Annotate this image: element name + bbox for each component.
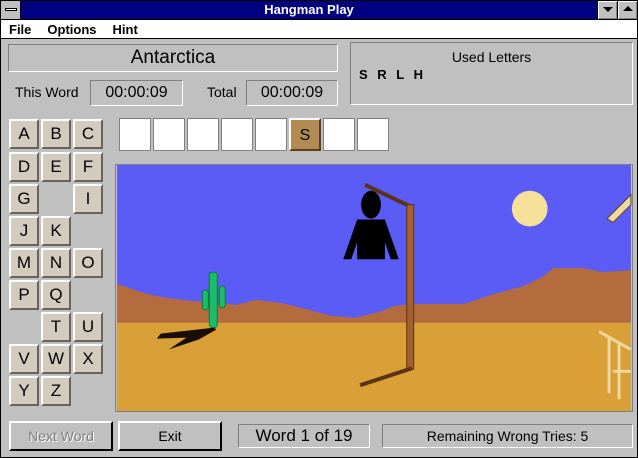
letter-key-y[interactable]: Y <box>9 376 39 406</box>
letter-key-z[interactable]: Z <box>41 376 71 406</box>
letter-key-g[interactable]: G <box>9 184 39 214</box>
letter-slot <box>221 118 253 151</box>
letter-key-v[interactable]: V <box>9 344 39 374</box>
hangman-head <box>361 190 381 219</box>
word-count-display: Word 1 of 19 <box>238 424 370 448</box>
letter-slot <box>255 118 287 151</box>
letter-key-i[interactable]: I <box>73 184 103 214</box>
letter-key-c[interactable]: C <box>73 119 103 149</box>
system-menu-button[interactable] <box>1 1 21 19</box>
letter-key-a[interactable]: A <box>9 119 39 149</box>
letter-key-t[interactable]: T <box>41 312 71 342</box>
window-title: Hangman Play <box>264 2 354 17</box>
used-letters-title: Used Letters <box>451 49 532 65</box>
total-label: Total <box>207 84 237 100</box>
menu-hint[interactable]: Hint <box>105 22 146 37</box>
letter-key-x[interactable]: X <box>73 344 103 374</box>
letter-key-b[interactable]: B <box>41 119 71 149</box>
letter-key-j[interactable]: J <box>9 216 39 246</box>
gallows-post <box>406 204 415 370</box>
letter-key-n[interactable]: N <box>41 248 71 278</box>
hangman-scene <box>115 164 633 412</box>
sun <box>511 190 548 227</box>
letter-key-p[interactable]: P <box>9 280 39 310</box>
minimize-button[interactable] <box>597 1 617 19</box>
letter-key-u[interactable]: U <box>73 312 103 342</box>
hangman-window: Hangman Play File Options Hint Antarctic… <box>0 0 638 458</box>
menu-file[interactable]: File <box>1 22 39 37</box>
letter-key-o[interactable]: O <box>73 248 103 278</box>
exit-button[interactable]: Exit <box>118 421 222 451</box>
menu-options[interactable]: Options <box>39 22 104 37</box>
letter-slot <box>119 118 151 151</box>
category-word-display: Antarctica <box>8 44 338 72</box>
used-letters-list: S R L H <box>359 67 426 82</box>
letter-slot-revealed: S <box>289 118 321 151</box>
letter-key-w[interactable]: W <box>41 344 71 374</box>
letter-key-q[interactable]: Q <box>41 280 71 310</box>
letter-key-k[interactable]: K <box>41 216 71 246</box>
letter-key-f[interactable]: F <box>73 152 103 182</box>
maximize-button[interactable] <box>617 1 637 19</box>
letter-key-m[interactable]: M <box>9 248 39 278</box>
this-word-timer: 00:00:09 <box>90 80 183 106</box>
menu-bar: File Options Hint <box>1 20 637 39</box>
letter-slot <box>323 118 355 151</box>
letter-key-e[interactable]: E <box>41 152 71 182</box>
title-bar: Hangman Play <box>1 1 637 20</box>
letter-slot <box>357 118 389 151</box>
letter-slot <box>187 118 219 151</box>
total-timer: 00:00:09 <box>246 80 338 106</box>
next-word-button[interactable]: Next Word <box>9 421 113 451</box>
letter-key-d[interactable]: D <box>9 152 39 182</box>
this-word-label: This Word <box>15 84 79 100</box>
maximize-icon <box>623 6 633 11</box>
remaining-tries-display: Remaining Wrong Tries: 5 <box>382 424 633 448</box>
letter-slot <box>153 118 185 151</box>
minimize-icon <box>603 7 613 12</box>
used-letters-panel: Used Letters S R L H <box>350 42 633 105</box>
